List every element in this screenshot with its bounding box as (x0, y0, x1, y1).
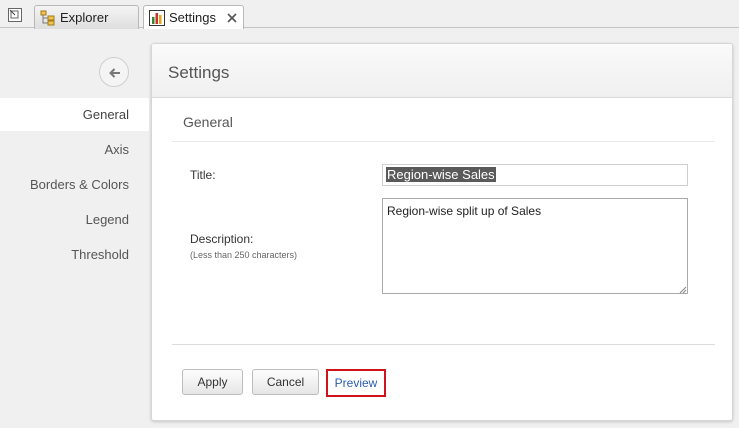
settings-panel: Settings General Title: Region-wise Sale… (151, 43, 733, 421)
panel-header: Settings (152, 44, 732, 98)
tab-explorer-label: Explorer (60, 10, 109, 25)
title-input-value: Region-wise Sales (386, 167, 496, 182)
tab-strip: Explorer Settings (0, 0, 739, 29)
tab-explorer[interactable]: Explorer (34, 5, 139, 29)
explorer-tree-icon (40, 10, 56, 26)
description-hint: (Less than 250 characters) (190, 250, 298, 260)
footer-divider (172, 344, 715, 345)
preview-link[interactable]: Preview (326, 369, 386, 397)
section-divider (172, 141, 715, 142)
title-input[interactable]: Region-wise Sales (382, 164, 688, 186)
title-label: Title: (190, 168, 216, 182)
back-button[interactable] (99, 57, 129, 87)
restore-window-icon[interactable] (7, 7, 23, 23)
close-icon[interactable] (225, 10, 239, 24)
bar-chart-icon (149, 10, 165, 26)
nav-item-threshold[interactable]: Threshold (0, 238, 149, 271)
section-title: General (183, 114, 233, 130)
resize-grip-icon[interactable] (677, 283, 687, 294)
nav-item-general[interactable]: General (0, 98, 149, 131)
nav-item-borders-colors[interactable]: Borders & Colors (0, 168, 149, 201)
apply-button[interactable]: Apply (182, 369, 243, 395)
cancel-button[interactable]: Cancel (252, 369, 319, 395)
nav-item-axis[interactable]: Axis (0, 133, 149, 166)
description-label: Description: (190, 232, 254, 246)
nav-item-legend[interactable]: Legend (0, 203, 149, 236)
page-title: Settings (168, 63, 230, 82)
tab-settings-label: Settings (169, 10, 216, 25)
tab-settings[interactable]: Settings (143, 5, 244, 29)
description-textarea[interactable]: Region-wise split up of Sales (382, 198, 688, 294)
arrow-left-icon (109, 68, 120, 78)
